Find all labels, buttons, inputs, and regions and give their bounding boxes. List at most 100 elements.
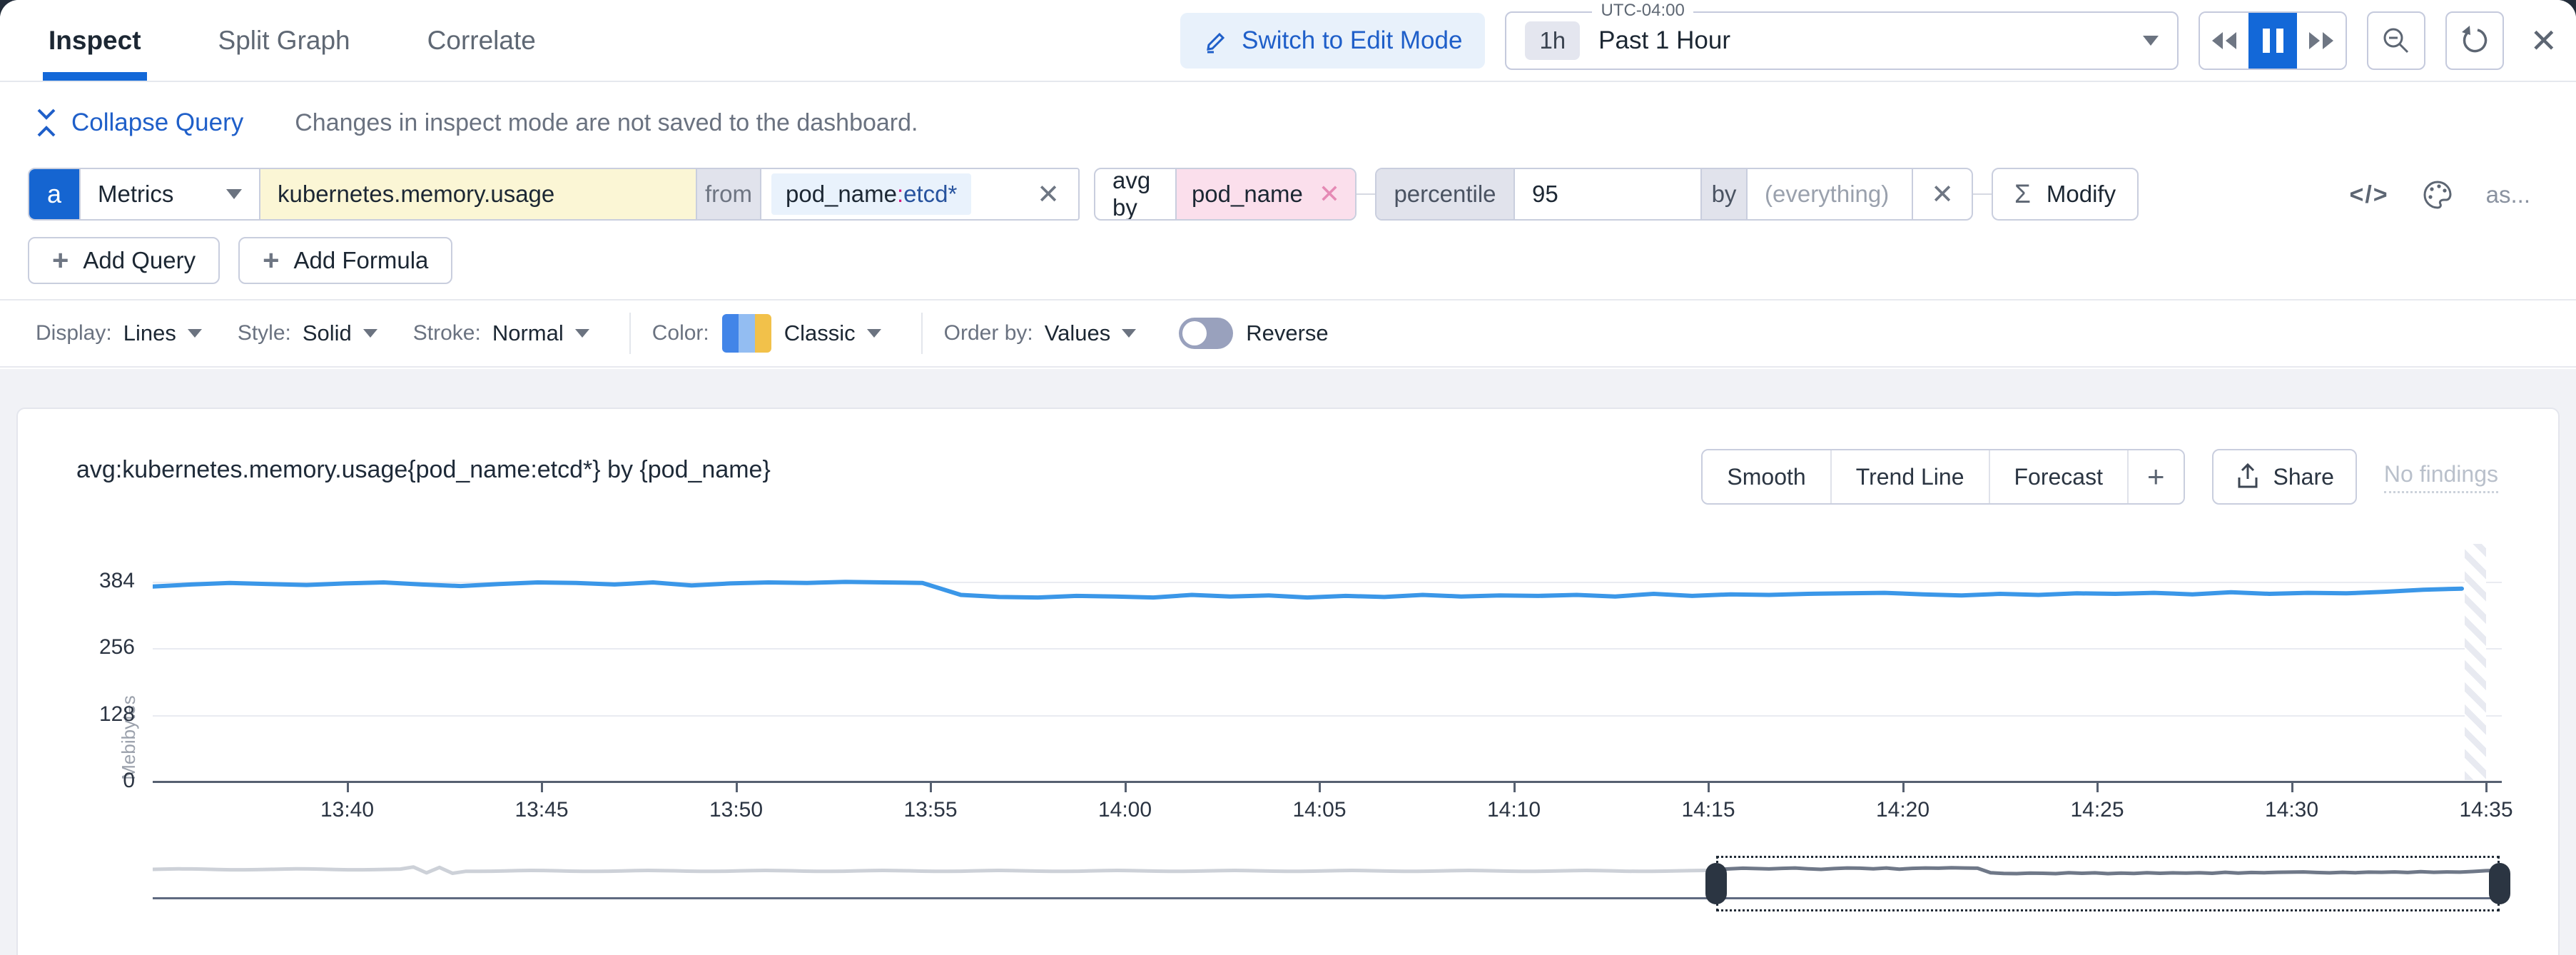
zoom-out-button[interactable] xyxy=(2367,11,2425,70)
add-function-button[interactable]: + xyxy=(2127,450,2184,503)
rewind-icon xyxy=(2211,31,2238,50)
top-bar-controls: Switch to Edit Mode UTC-04:00 1h Past 1 … xyxy=(1180,10,2557,71)
pause-icon xyxy=(2263,29,2283,53)
display-label: Display: xyxy=(36,321,112,345)
no-findings-label: No findings xyxy=(2384,461,2498,493)
close-icon: ✕ xyxy=(1931,178,1954,211)
from-label: from xyxy=(696,169,760,219)
time-range-badge: 1h xyxy=(1525,21,1580,60)
x-axis-tick-label: 14:30 xyxy=(2235,798,2349,822)
x-axis-tick-label: 13:50 xyxy=(679,798,793,822)
collapse-query-link[interactable]: Collapse Query xyxy=(36,108,243,138)
modify-button[interactable]: Σ Modify xyxy=(1992,168,2139,221)
add-formula-label: Add Formula xyxy=(293,247,428,274)
add-formula-button[interactable]: + Add Formula xyxy=(238,237,452,284)
share-button[interactable]: Share xyxy=(2212,449,2357,505)
share-label: Share xyxy=(2273,464,2334,490)
chevron-down-icon xyxy=(363,329,377,338)
tab-inspect-label: Inspect xyxy=(49,26,141,56)
style-select[interactable]: Style: Solid xyxy=(238,320,377,346)
x-axis-tick xyxy=(2096,783,2099,792)
display-select[interactable]: Display: Lines xyxy=(36,320,202,346)
chevron-down-icon xyxy=(867,329,881,338)
color-select[interactable]: Color: Classic xyxy=(652,314,881,353)
x-axis-tick xyxy=(736,783,738,792)
y-axis-tick-label: 256 xyxy=(56,635,135,660)
data-source-select[interactable]: Metrics xyxy=(79,169,259,219)
filter-tag[interactable]: pod_name:etcd* xyxy=(771,173,971,215)
palette-icon[interactable] xyxy=(2422,179,2453,211)
remove-filter-button[interactable]: ✕ xyxy=(1028,178,1068,211)
forecast-button[interactable]: Forecast xyxy=(1989,450,2127,503)
x-axis-tick-label: 14:15 xyxy=(1651,798,1765,822)
reset-zoom-button[interactable] xyxy=(2445,11,2504,70)
brush-handle-left[interactable] xyxy=(1705,863,1727,904)
x-axis-tick xyxy=(1513,783,1516,792)
group-by-tag[interactable]: pod_name ✕ xyxy=(1175,169,1355,219)
pause-button[interactable] xyxy=(2248,13,2297,69)
display-options-row: Display: Lines Style: Solid Stroke: Norm… xyxy=(0,299,2576,368)
query-letter-badge[interactable]: a xyxy=(29,169,79,219)
rewind-button[interactable] xyxy=(2200,13,2248,69)
plus-icon: + xyxy=(263,246,279,275)
filter-section[interactable]: pod_name:etcd* ✕ xyxy=(760,169,1078,219)
query-connector xyxy=(1973,193,1992,195)
edit-mode-label: Switch to Edit Mode xyxy=(1242,26,1462,55)
tab-split-graph[interactable]: Split Graph xyxy=(218,0,350,81)
stroke-select[interactable]: Stroke: Normal xyxy=(413,320,589,346)
collapse-query-label: Collapse Query xyxy=(71,108,243,137)
x-axis-tick xyxy=(2485,783,2488,792)
trend-line-button[interactable]: Trend Line xyxy=(1830,450,1989,503)
fast-forward-button[interactable] xyxy=(2297,13,2346,69)
tab-correlate[interactable]: Correlate xyxy=(427,0,536,81)
timeseries-plot[interactable] xyxy=(153,544,2486,782)
function-by-placeholder: (everything) xyxy=(1765,181,1889,208)
style-label: Style: xyxy=(238,321,291,345)
series-layer xyxy=(153,544,2486,782)
chevron-down-icon xyxy=(226,189,242,199)
close-button[interactable]: ✕ xyxy=(2530,21,2557,60)
x-axis-tick-label: 13:40 xyxy=(290,798,405,822)
smooth-button[interactable]: Smooth xyxy=(1703,450,1830,503)
function-value-input[interactable]: 95 xyxy=(1513,169,1700,219)
reverse-label: Reverse xyxy=(1246,320,1328,346)
metric-name-value: kubernetes.memory.usage xyxy=(278,181,554,208)
as-label[interactable]: as... xyxy=(2486,181,2530,208)
style-value: Solid xyxy=(303,320,352,346)
time-range-label: Past 1 Hour xyxy=(1598,26,1730,55)
undo-icon xyxy=(2460,26,2490,56)
function-by-input[interactable]: (everything) xyxy=(1746,169,1912,219)
x-axis-tick xyxy=(1125,783,1127,792)
minimap-brush-selection[interactable] xyxy=(1716,856,2500,911)
code-view-icon[interactable]: </> xyxy=(2349,181,2388,209)
query-connector xyxy=(1357,193,1375,195)
remove-function-button[interactable]: ✕ xyxy=(1912,169,1972,219)
data-source-label: Metrics xyxy=(98,181,173,208)
filter-tag-value: etcd* xyxy=(903,181,957,207)
switch-to-edit-mode-button[interactable]: Switch to Edit Mode xyxy=(1180,13,1485,69)
x-axis-tick-label: 14:25 xyxy=(2040,798,2154,822)
group-by-tag-label: pod_name xyxy=(1192,181,1303,208)
modal-body-background: avg:kubernetes.memory.usage{pod_name:etc… xyxy=(0,369,2576,955)
pencil-icon xyxy=(1203,28,1229,54)
query-main-chunk: a Metrics kubernetes.memory.usage from p… xyxy=(28,168,1080,221)
add-query-button[interactable]: + Add Query xyxy=(28,237,220,284)
tab-inspect[interactable]: Inspect xyxy=(49,0,141,81)
y-axis-tick-label: 384 xyxy=(56,569,135,593)
brush-handle-right[interactable] xyxy=(2489,863,2510,904)
function-name-label: percentile xyxy=(1376,169,1513,219)
reverse-toggle[interactable] xyxy=(1179,318,1233,349)
close-icon: ✕ xyxy=(1319,179,1340,208)
metric-name-input[interactable]: kubernetes.memory.usage xyxy=(259,169,696,219)
playback-controls xyxy=(2199,11,2347,70)
x-axis-tick xyxy=(2291,783,2293,792)
zoom-out-icon xyxy=(2381,26,2411,56)
add-query-label: Add Query xyxy=(83,247,196,274)
stroke-label: Stroke: xyxy=(413,321,481,345)
tab-bar: Inspect Split Graph Correlate xyxy=(49,0,536,81)
order-by-select[interactable]: Order by: Values xyxy=(944,320,1137,346)
remove-group-by-button[interactable]: ✕ xyxy=(1319,179,1340,209)
time-range-selector[interactable]: UTC-04:00 1h Past 1 Hour xyxy=(1505,11,2179,70)
series-line xyxy=(153,582,2462,597)
x-axis-tick-label: 14:00 xyxy=(1068,798,1182,822)
